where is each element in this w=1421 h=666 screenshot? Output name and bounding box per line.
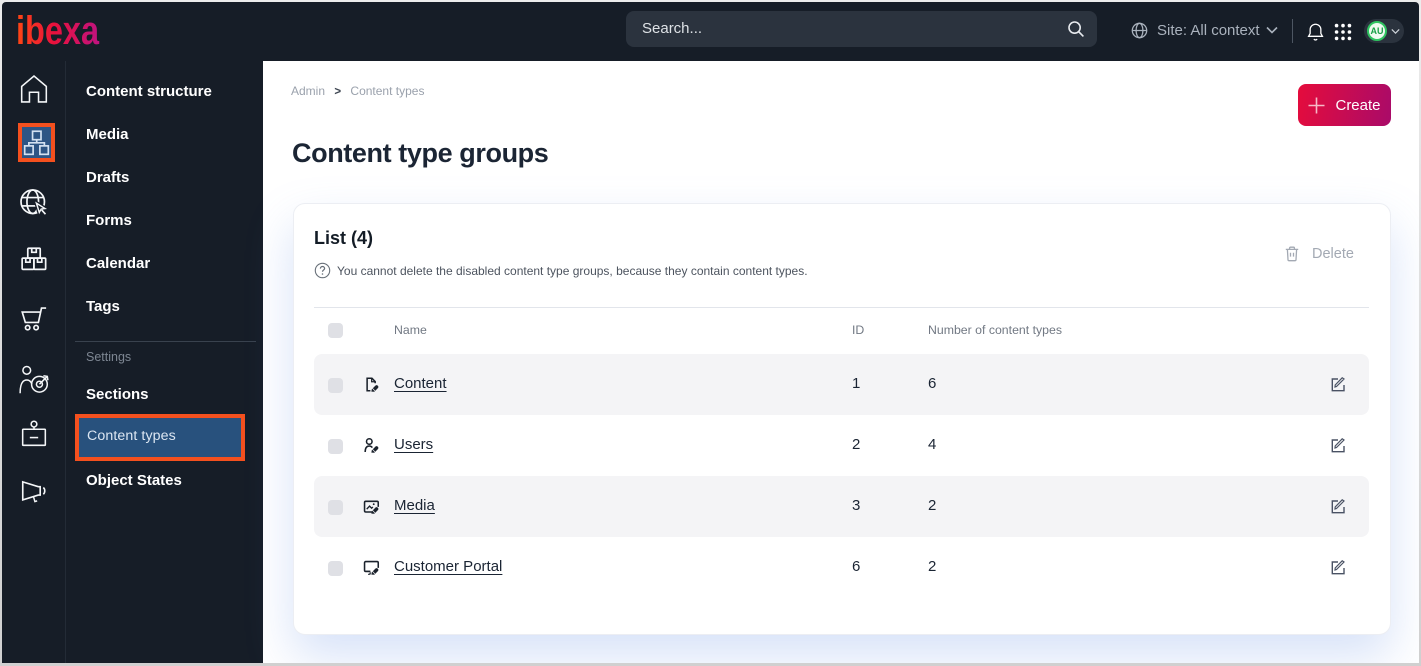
svg-text:ibexa: ibexa <box>16 9 100 50</box>
